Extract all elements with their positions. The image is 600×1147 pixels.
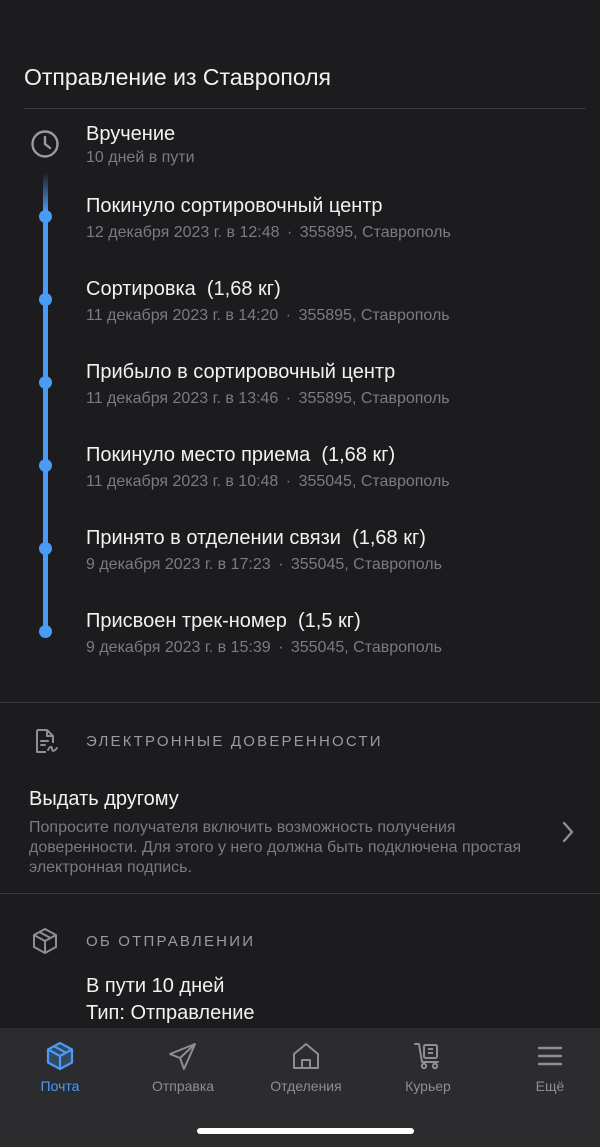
box-icon	[33, 928, 57, 954]
chevron-right-icon[interactable]	[560, 820, 576, 844]
event-place: 355045, Ставрополь	[290, 639, 442, 656]
event-place: 355895, Ставрополь	[298, 390, 450, 407]
event-title: Сортировка (1,68 кг)	[86, 278, 281, 300]
tracking-event: Присвоен трек-номер (1,5 кг) 9 декабря 2…	[86, 610, 442, 657]
divider	[24, 108, 586, 109]
event-date: 12 декабря 2023 г. в 12:48	[86, 224, 280, 241]
event-date: 9 декабря 2023 г. в 17:23	[86, 556, 271, 573]
issue-proxy-description: Попросите получателя включить возможност…	[29, 819, 522, 876]
tracking-event: Сортировка (1,68 кг) 11 декабря 2023 г. …	[86, 278, 450, 325]
clock-icon	[31, 130, 59, 158]
event-title: Присвоен трек-номер (1,5 кг)	[86, 610, 361, 632]
tab-otpravka[interactable]: Отправка	[123, 1040, 243, 1094]
tab-otdeleniya[interactable]: Отделения	[246, 1040, 366, 1094]
tab-label: Отправка	[151, 1078, 215, 1094]
event-date: 11 декабря 2023 г. в 13:46	[86, 390, 279, 407]
in-transit-days: В пути 10 дней	[86, 975, 225, 997]
home-indicator	[197, 1128, 414, 1134]
tab-kurer[interactable]: Курьер	[368, 1040, 488, 1094]
timeline-dot	[39, 293, 52, 306]
timeline-dot	[39, 625, 52, 638]
event-details: 11 декабря 2023 г. в 14:20 · 355895, Ста…	[86, 307, 450, 325]
delivery-subtitle: 10 дней в пути	[86, 149, 195, 166]
timeline-line	[43, 172, 48, 632]
tab-label: Почта	[40, 1078, 80, 1094]
event-title: Покинуло место приема (1,68 кг)	[86, 444, 396, 466]
tab-label: Ещё	[535, 1078, 565, 1094]
event-place: 355045, Ставрополь	[290, 556, 442, 573]
issue-proxy-title[interactable]: Выдать другому	[29, 788, 179, 811]
divider	[0, 893, 600, 894]
tab-pochta[interactable]: Почта	[0, 1040, 120, 1094]
courier-cart-icon	[414, 1043, 439, 1070]
shipment-type: Тип: Отправление	[86, 1002, 255, 1024]
tracking-event: Покинуло сортировочный центр 12 декабря …	[86, 195, 451, 242]
timeline-dot	[39, 459, 52, 472]
delivery-title: Вручение	[86, 123, 176, 145]
divider	[0, 702, 600, 703]
event-date: 9 декабря 2023 г. в 15:39	[86, 639, 271, 656]
tab-eshche[interactable]: Ещё	[490, 1040, 600, 1094]
event-details: 9 декабря 2023 г. в 17:23 · 355045, Став…	[86, 556, 442, 574]
timeline-dot	[39, 210, 52, 223]
timeline-dot	[39, 376, 52, 389]
house-icon	[293, 1043, 319, 1069]
package-icon	[46, 1041, 74, 1071]
event-title: Покинуло сортировочный центр	[86, 195, 383, 217]
tab-label: Отделения	[270, 1078, 342, 1094]
event-title: Принято в отделении связи (1,68 кг)	[86, 527, 426, 549]
event-date: 11 декабря 2023 г. в 14:20	[86, 307, 279, 324]
separator: ·	[286, 224, 293, 241]
event-place: 355895, Ставрополь	[299, 224, 451, 241]
event-place: 355895, Ставрополь	[298, 307, 450, 324]
menu-icon	[537, 1046, 563, 1066]
paper-plane-icon	[169, 1043, 196, 1070]
event-place: 355045, Ставрополь	[298, 473, 450, 490]
event-details: 12 декабря 2023 г. в 12:48 · 355895, Ста…	[86, 224, 451, 242]
tab-label: Курьер	[405, 1078, 451, 1094]
event-details: 11 декабря 2023 г. в 10:48 · 355045, Ста…	[86, 473, 450, 491]
document-signature-icon	[36, 729, 58, 753]
tracking-event: Прибыло в сортировочный центр 11 декабря…	[86, 361, 450, 408]
tracking-event: Принято в отделении связи (1,68 кг) 9 де…	[86, 527, 442, 574]
separator: ·	[285, 307, 292, 324]
about-heading: ОБ ОТПРАВЛЕНИИ	[86, 933, 256, 950]
separator: ·	[285, 390, 292, 407]
tracking-event: Покинуло место приема (1,68 кг) 11 декаб…	[86, 444, 450, 491]
event-details: 9 декабря 2023 г. в 15:39 · 355045, Став…	[86, 639, 442, 657]
separator: ·	[278, 556, 284, 573]
timeline-dot	[39, 542, 52, 555]
proxy-heading: ЭЛЕКТРОННЫЕ ДОВЕРЕННОСТИ	[86, 733, 383, 750]
event-details: 11 декабря 2023 г. в 13:46 · 355895, Ста…	[86, 390, 450, 408]
delivery-status: Вручение 10 дней в пути	[86, 123, 195, 167]
separator: ·	[285, 473, 292, 490]
event-title: Прибыло в сортировочный центр	[86, 361, 396, 383]
event-date: 11 декабря 2023 г. в 10:48	[86, 473, 279, 490]
page-title: Отправление из Ставрополя	[24, 64, 331, 90]
separator: ·	[278, 639, 284, 656]
